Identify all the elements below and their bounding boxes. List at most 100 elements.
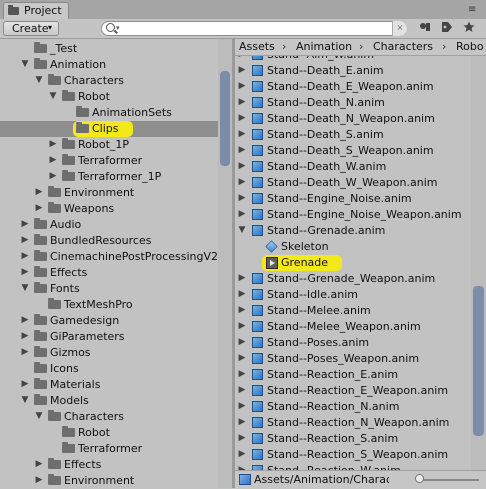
asset-list-item[interactable]: ▶ Stand--Death_E.anim (235, 63, 471, 79)
collapsed-arrow-icon[interactable]: ▶ (20, 235, 30, 245)
collapsed-arrow-icon[interactable]: ▶ (237, 417, 247, 427)
tree-item[interactable]: ▶ Environment (0, 473, 232, 488)
collapsed-arrow-icon[interactable]: ▶ (237, 113, 247, 123)
collapsed-arrow-icon[interactable]: ▶ (237, 97, 247, 107)
collapsed-arrow-icon[interactable]: ▶ (48, 155, 58, 165)
search-dropdown-icon[interactable]: ▾ (116, 24, 120, 32)
breadcrumb-item[interactable]: Animation (296, 40, 352, 53)
asset-list-item[interactable]: Skeleton (235, 239, 471, 255)
asset-list-item[interactable]: ▶ Stand--Death_S_Weapon.anim (235, 143, 471, 159)
collapsed-arrow-icon[interactable]: ▶ (34, 459, 44, 469)
collapsed-arrow-icon[interactable]: ▶ (34, 187, 44, 197)
menu-icon[interactable]: ≡ (468, 4, 482, 16)
collapsed-arrow-icon[interactable]: ▶ (237, 177, 247, 187)
collapsed-arrow-icon[interactable]: ▶ (237, 369, 247, 379)
tree-item[interactable]: AnimationSets (0, 105, 232, 121)
asset-list-item[interactable]: ▶ Stand--Grenade_Weapon.anim (235, 271, 471, 287)
asset-list-item[interactable]: ▶ Stand--Death_N.anim (235, 95, 471, 111)
collapsed-arrow-icon[interactable]: ▶ (237, 193, 247, 203)
collapsed-arrow-icon[interactable]: ▶ (237, 449, 247, 459)
tree-item[interactable]: ▶ GiParameters (0, 329, 232, 345)
label-icon[interactable] (438, 21, 455, 36)
tree-item[interactable]: Terraformer (0, 441, 232, 457)
expanded-arrow-icon[interactable]: ▼ (20, 395, 30, 405)
search-input[interactable]: ▾ × (101, 21, 407, 36)
asset-list-item[interactable]: ▶ Stand--Reaction_N.anim (235, 399, 471, 415)
tab-project[interactable]: Project (3, 2, 69, 19)
tree-item[interactable]: ▶ Gizmos (0, 345, 232, 361)
asset-list-scrollbar[interactable] (471, 56, 486, 470)
tree-item[interactable]: Robot (0, 425, 232, 441)
asset-list-item[interactable]: ▶ Stand--Death_W.anim (235, 159, 471, 175)
collapsed-arrow-icon[interactable]: ▶ (237, 337, 247, 347)
expanded-arrow-icon[interactable]: ▼ (20, 283, 30, 293)
asset-list-item[interactable]: ▼ Stand--Grenade.anim (235, 223, 471, 239)
tree-item[interactable]: _Test (0, 41, 232, 57)
expanded-arrow-icon[interactable]: ▼ (20, 59, 30, 69)
star-icon[interactable] (460, 21, 477, 36)
tree-item[interactable]: ▶ Gamedesign (0, 313, 232, 329)
collapsed-arrow-icon[interactable]: ▶ (237, 289, 247, 299)
collapsed-arrow-icon[interactable]: ▶ (237, 321, 247, 331)
collapsed-arrow-icon[interactable]: ▶ (20, 267, 30, 277)
collapsed-arrow-icon[interactable]: ▶ (237, 161, 247, 171)
breadcrumb-item[interactable]: Characters (373, 40, 433, 53)
asset-list-item[interactable]: Grenade (235, 255, 471, 271)
asset-list-item[interactable]: ▶ Stand--Poses.anim (235, 335, 471, 351)
asset-list-item[interactable]: ▶ Stand--Melee_Weapon.anim (235, 319, 471, 335)
collapsed-arrow-icon[interactable]: ▶ (34, 475, 44, 485)
collapsed-arrow-icon[interactable]: ▶ (237, 65, 247, 75)
collapsed-arrow-icon[interactable]: ▶ (20, 347, 30, 357)
create-button[interactable]: Create ▾ (3, 21, 59, 36)
asset-list-item[interactable]: ▶ Stand--Engine_Noise_Weapon.anim (235, 207, 471, 223)
collapsed-arrow-icon[interactable]: ▶ (20, 219, 30, 229)
collapsed-arrow-icon[interactable]: ▶ (237, 81, 247, 91)
expanded-arrow-icon[interactable]: ▼ (34, 411, 44, 421)
asset-list-item[interactable]: ▶ Stand--Melee.anim (235, 303, 471, 319)
asset-list-item[interactable]: ▶ Stand--Death_N_Weapon.anim (235, 111, 471, 127)
tree-item[interactable]: ▼ Models (0, 393, 232, 409)
tree-item[interactable]: ▶ Effects (0, 457, 232, 473)
clear-search-button[interactable]: × (392, 21, 407, 36)
tree-item[interactable]: ▶ Audio (0, 217, 232, 233)
tree-item[interactable]: ▼ Characters (0, 409, 232, 425)
tree-item[interactable]: ▶ Terraformer (0, 153, 232, 169)
asset-list-item[interactable]: ▶ Stand--Reaction_N_Weapon.anim (235, 415, 471, 431)
collapsed-arrow-icon[interactable]: ▶ (237, 305, 247, 315)
collapsed-arrow-icon[interactable]: ▶ (20, 251, 30, 261)
asset-list-item[interactable]: ▶ Stand--Death_W_Weapon.anim (235, 175, 471, 191)
expanded-arrow-icon[interactable]: ▼ (237, 225, 247, 235)
tree-item[interactable]: ▶ Materials (0, 377, 232, 393)
asset-list-item[interactable]: ▶ Stand--Engine_Noise.anim (235, 191, 471, 207)
collapsed-arrow-icon[interactable]: ▶ (237, 353, 247, 363)
expanded-arrow-icon[interactable]: ▼ (34, 75, 44, 85)
tree-item[interactable]: TextMeshPro (0, 297, 232, 313)
asset-list-item[interactable]: ▶ Stand--Death_E_Weapon.anim (235, 79, 471, 95)
folder-tree-scroll-thumb[interactable] (220, 71, 230, 166)
tree-item[interactable]: ▶ Environment (0, 185, 232, 201)
asset-list-item[interactable]: ▶ Stand--Reaction_E_Weapon.anim (235, 383, 471, 399)
tree-item[interactable]: ▶ Effects (0, 265, 232, 281)
tree-item[interactable]: ▶ Terraformer_1P (0, 169, 232, 185)
collapsed-arrow-icon[interactable]: ▶ (20, 315, 30, 325)
tree-item[interactable]: ▶ BundledResources (0, 233, 232, 249)
asset-list-item[interactable]: ▶ Stand--Reaction_S.anim (235, 431, 471, 447)
tree-item[interactable]: Clips (0, 121, 232, 137)
asset-list-item[interactable]: ▶ Stand--Reaction_E.anim (235, 367, 471, 383)
icon-size-slider-knob[interactable] (415, 474, 424, 483)
icon-size-slider-track[interactable] (419, 479, 479, 481)
tree-item[interactable]: ▼ Characters (0, 73, 232, 89)
collapsed-arrow-icon[interactable]: ▶ (237, 401, 247, 411)
collapsed-arrow-icon[interactable]: ▶ (237, 129, 247, 139)
collapsed-arrow-icon[interactable]: ▶ (237, 433, 247, 443)
collapsed-arrow-icon[interactable]: ▶ (48, 171, 58, 181)
expanded-arrow-icon[interactable]: ▼ (48, 91, 58, 101)
folder-tree-scrollbar[interactable] (218, 39, 232, 488)
tree-item[interactable]: Icons (0, 361, 232, 377)
tree-item[interactable]: ▼ Fonts (0, 281, 232, 297)
lock-icon[interactable] (416, 21, 433, 36)
asset-list-item[interactable]: ▶ Stand--Reaction_S_Weapon.anim (235, 447, 471, 463)
asset-list-item[interactable]: ▶ Stand--Death_S.anim (235, 127, 471, 143)
collapsed-arrow-icon[interactable]: ▶ (237, 273, 247, 283)
breadcrumb-item[interactable]: Assets (239, 40, 275, 53)
